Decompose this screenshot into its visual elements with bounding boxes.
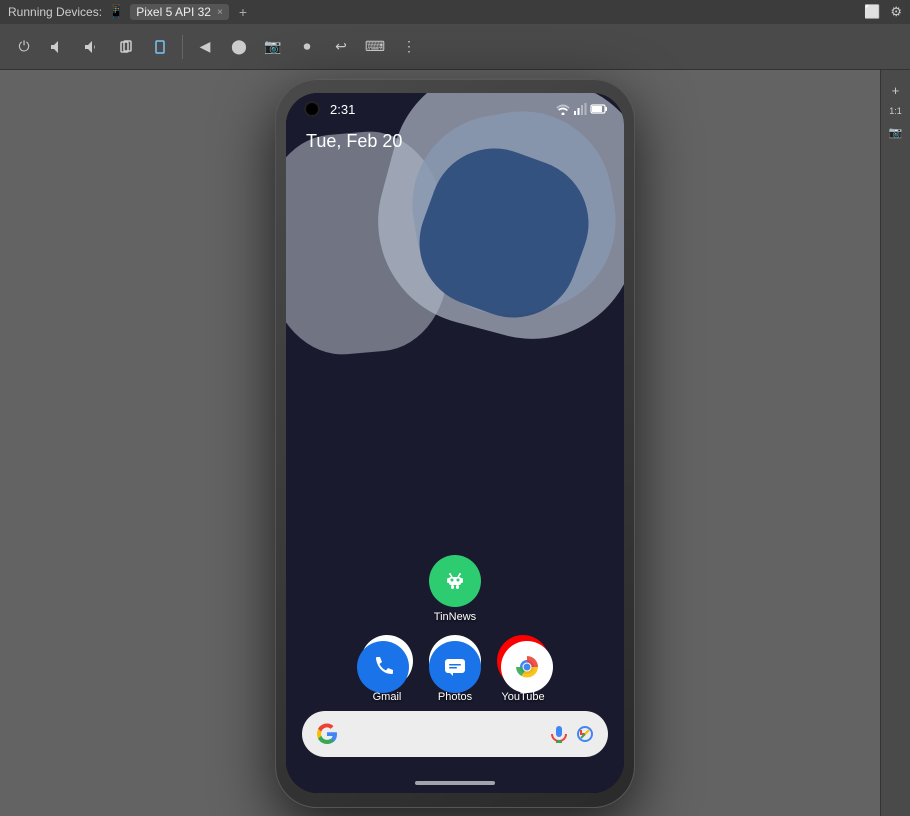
phone-screen[interactable]: 2:31 (286, 93, 624, 793)
volume-mute-button[interactable] (44, 33, 72, 61)
status-time: 2:31 (330, 102, 355, 117)
device-name: Pixel 5 API 32 (136, 5, 211, 19)
phone-icon (370, 654, 396, 680)
capture-button[interactable]: 📷 (884, 120, 908, 144)
tab-add-button[interactable]: + (239, 4, 247, 20)
device-icon: 📱 (108, 4, 124, 20)
settings-icon[interactable]: ⚙ (890, 4, 902, 20)
dock (286, 641, 624, 693)
messages-icon (442, 654, 468, 680)
zoom-in-button[interactable]: + (884, 78, 908, 102)
device-tab[interactable]: Pixel 5 API 32 × (130, 4, 229, 20)
date-display: Tue, Feb 20 (306, 131, 402, 152)
messages-dock-icon[interactable] (429, 641, 481, 693)
power-button[interactable]: ⏻ (10, 33, 38, 61)
status-bar: 2:31 (286, 93, 624, 125)
back-button[interactable]: ◀ (191, 33, 219, 61)
search-bar[interactable] (302, 711, 608, 757)
screenshot-button[interactable]: 📷 (259, 33, 287, 61)
chrome-dock-icon[interactable] (501, 641, 553, 693)
record-button[interactable]: ⏺ (293, 33, 321, 61)
nav-bar (286, 781, 624, 785)
toolbar-separator-1 (182, 35, 183, 59)
top-bar: Running Devices: 📱 Pixel 5 API 32 × + ⬜ … (0, 0, 910, 24)
status-icons (556, 103, 608, 115)
tinnews-icon (429, 555, 481, 607)
tinnews-app[interactable]: TinNews (429, 555, 481, 623)
phone-mockup: 2:31 (275, 78, 635, 808)
right-sidebar: + 1:1 📷 (880, 70, 910, 816)
mic-icon[interactable] (550, 725, 568, 743)
phone-rotate-button[interactable] (146, 33, 174, 61)
phone-dock-icon[interactable] (357, 641, 409, 693)
more-options-button[interactable]: ⋮ (395, 33, 423, 61)
rotate-button[interactable] (112, 33, 140, 61)
tab-close-button[interactable]: × (217, 7, 223, 18)
main-area: 2:31 (0, 70, 910, 816)
toolbar: ⏻ ◀ ⬤ 📷 ⏺ ↩ ⌨ ⋮ (0, 24, 910, 70)
ratio-label: 1:1 (889, 106, 902, 116)
keyboard-button[interactable]: ⌨ (361, 33, 389, 61)
wifi-icon (556, 103, 570, 115)
volume-down-button[interactable] (78, 33, 106, 61)
signal-icon (573, 103, 587, 115)
tinnews-label: TinNews (434, 611, 476, 623)
google-g-icon (316, 723, 338, 745)
camera-hole (304, 101, 320, 117)
phone-body: 2:31 (275, 78, 635, 808)
running-devices-label: Running Devices: (8, 5, 102, 19)
restore-window-icon[interactable]: ⬜ (864, 4, 880, 20)
tinnews-logo (439, 565, 471, 597)
undo-button[interactable]: ↩ (327, 33, 355, 61)
lens-icon[interactable] (576, 725, 594, 743)
home-button[interactable]: ⬤ (225, 33, 253, 61)
wallpaper: 2:31 (286, 93, 624, 793)
chrome-icon (511, 651, 543, 683)
battery-icon (590, 103, 608, 115)
app-row-1: TinNews (429, 555, 481, 623)
nav-indicator (415, 781, 495, 785)
